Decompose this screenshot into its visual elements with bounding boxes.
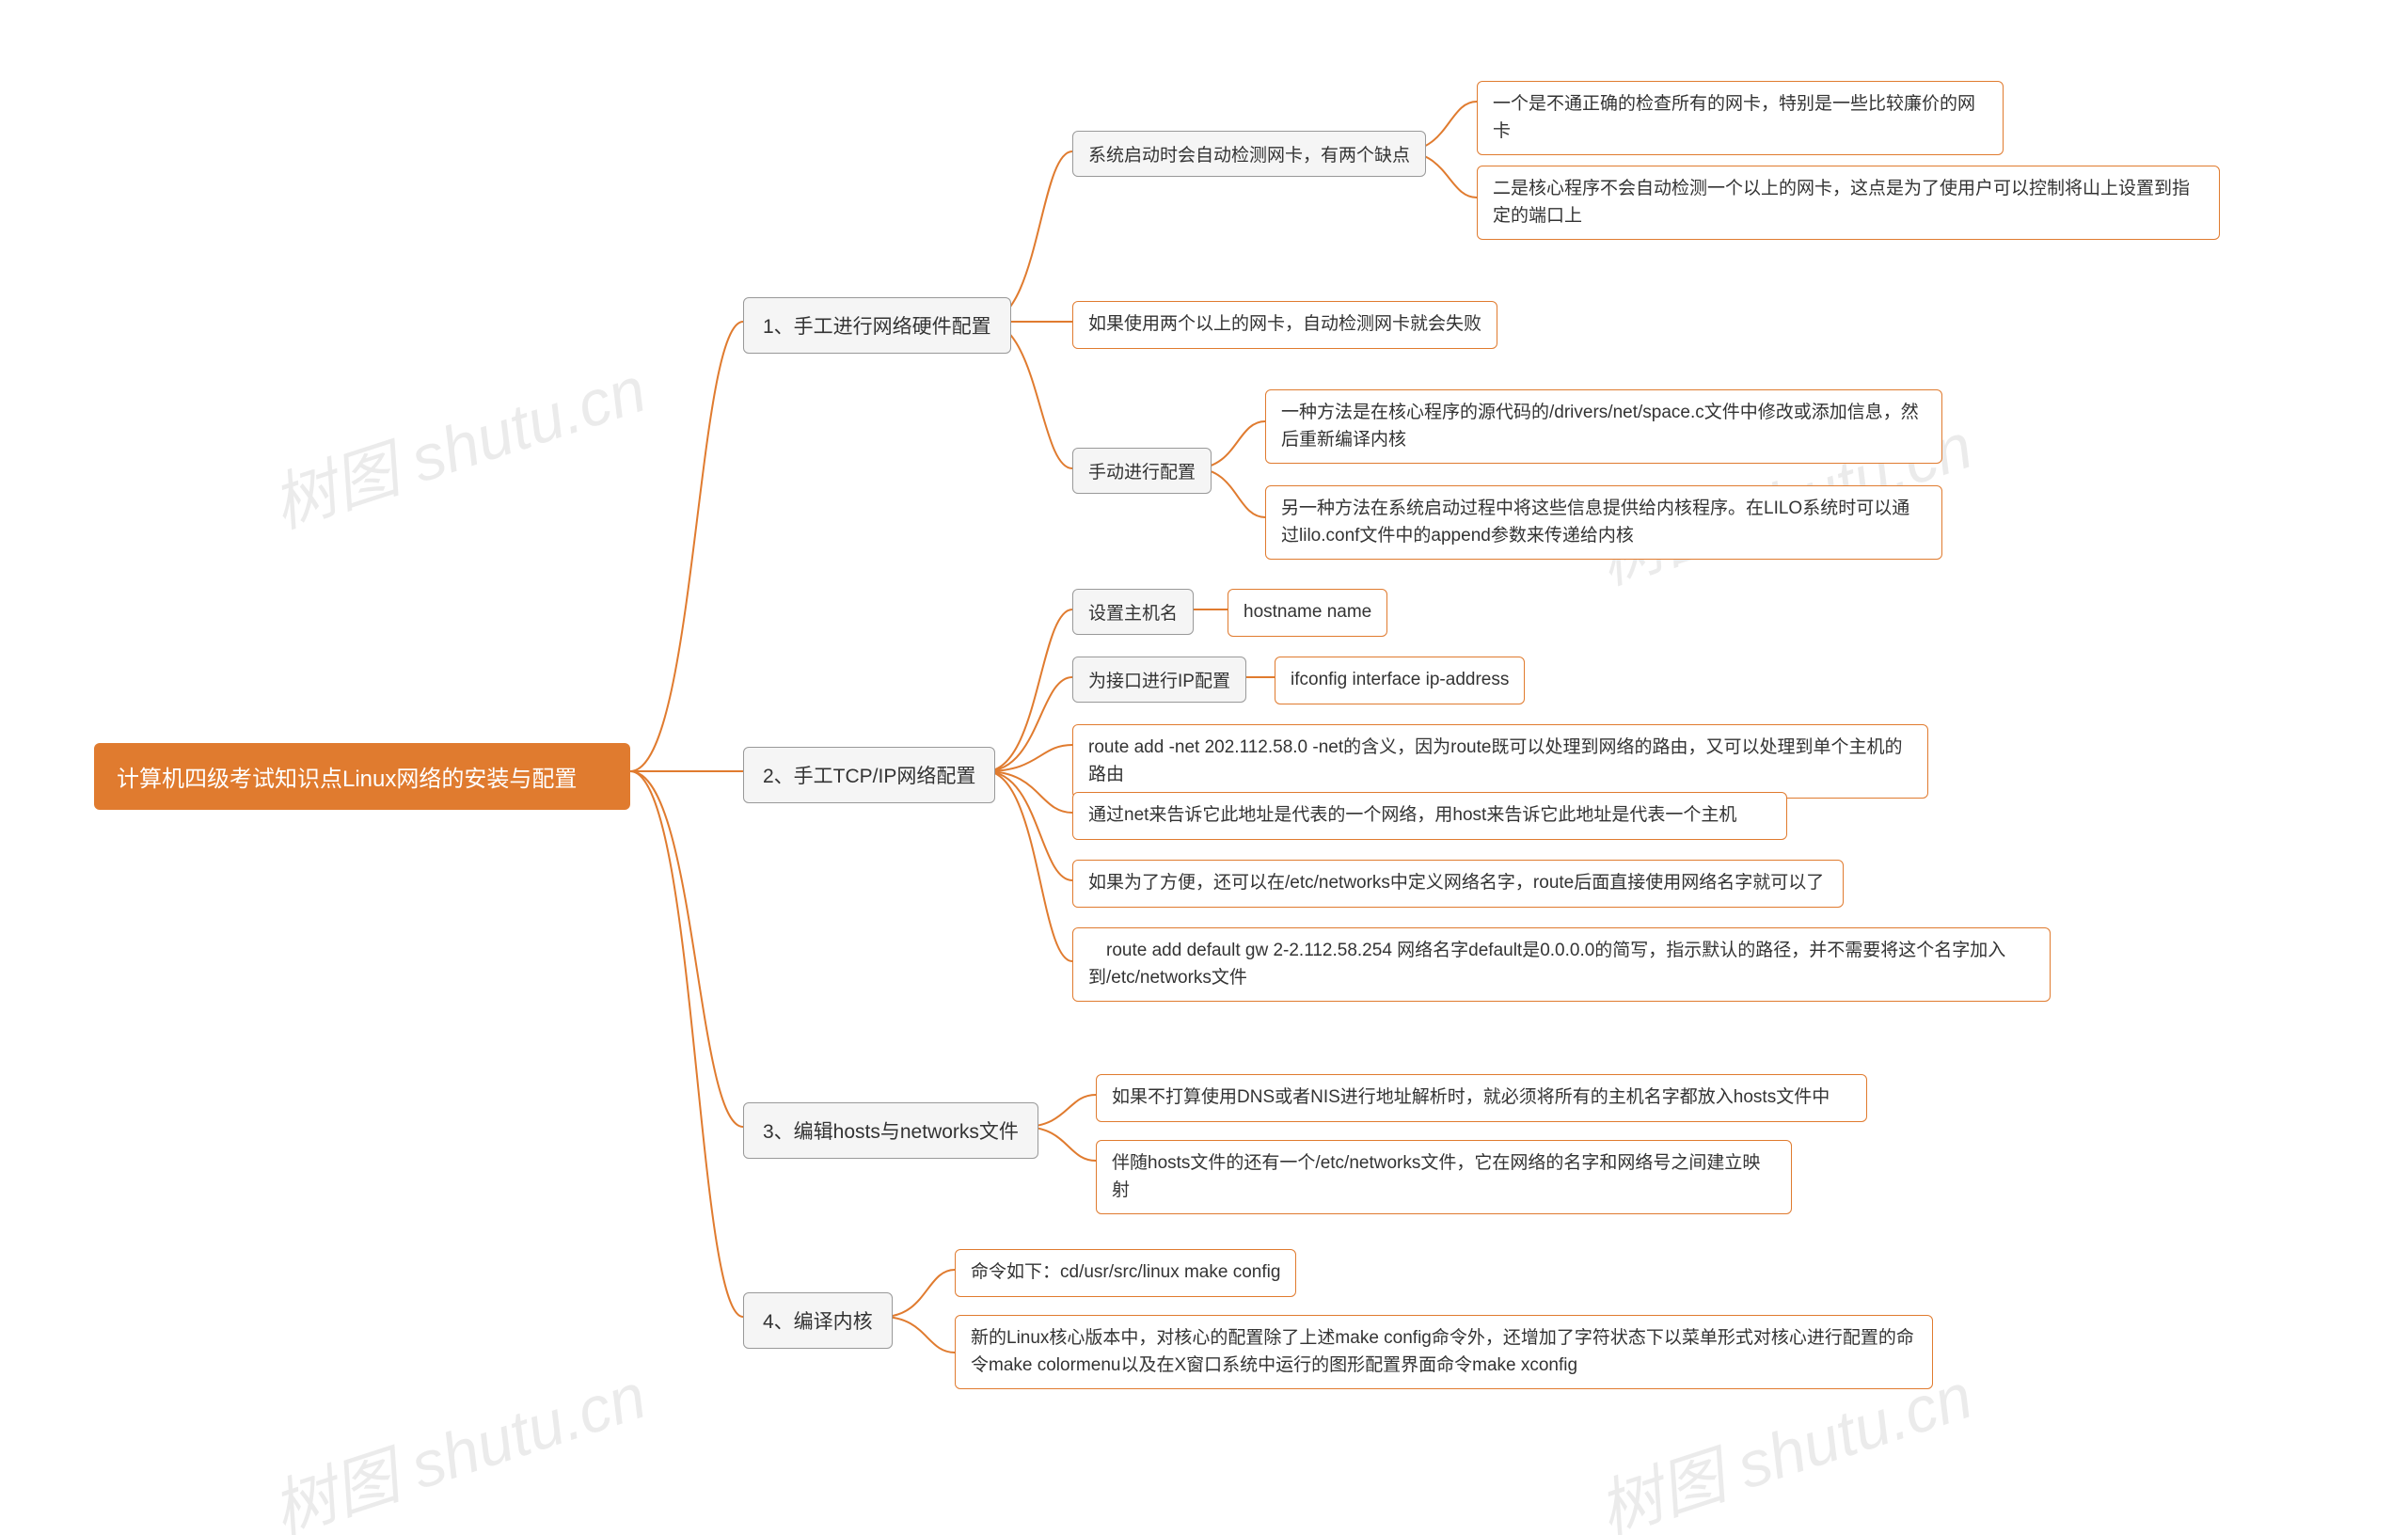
section-2[interactable]: 2、手工TCP/IP网络配置 xyxy=(743,747,995,803)
leaf-s1a2[interactable]: 二是核心程序不会自动检测一个以上的网卡，这点是为了使用户可以控制将山上设置到指定… xyxy=(1477,166,2220,240)
leaf-route-net[interactable]: route add -net 202.112.58.0 -net的含义，因为ro… xyxy=(1072,724,1928,799)
leaf-hosts[interactable]: 如果不打算使用DNS或者NIS进行地址解析时，就必须将所有的主机名字都放入hos… xyxy=(1096,1074,1867,1122)
section-4[interactable]: 4、编译内核 xyxy=(743,1292,893,1349)
watermark: 树图 shutu.cn xyxy=(259,338,656,546)
section-3[interactable]: 3、编辑hosts与networks文件 xyxy=(743,1102,1038,1159)
leaf-net-host[interactable]: 通过net来告诉它此地址是代表的一个网络，用host来告诉它此地址是代表一个主机 xyxy=(1072,792,1787,840)
root-node[interactable]: 计算机四级考试知识点Linux网络的安装与配置 xyxy=(94,743,630,810)
leaf-s1b[interactable]: 如果使用两个以上的网卡，自动检测网卡就会失败 xyxy=(1072,301,1497,349)
watermark: 树图 shutu.cn xyxy=(259,1344,656,1535)
leaf-s1a1[interactable]: 一个是不通正确的检查所有的网卡，特别是一些比较廉价的网卡 xyxy=(1477,81,2004,155)
s2-hostname[interactable]: 设置主机名 xyxy=(1072,589,1194,635)
leaf-hostname[interactable]: hostname name xyxy=(1228,589,1387,637)
leaf-make-config[interactable]: 命令如下：cd/usr/src/linux make config xyxy=(955,1249,1296,1297)
leaf-networks-file[interactable]: 伴随hosts文件的还有一个/etc/networks文件，它在网络的名字和网络… xyxy=(1096,1140,1792,1214)
leaf-s1c1[interactable]: 一种方法是在核心程序的源代码的/drivers/net/space.c文件中修改… xyxy=(1265,389,1942,464)
s1-sub-detect[interactable]: 系统启动时会自动检测网卡，有两个缺点 xyxy=(1072,131,1426,177)
section-1[interactable]: 1、手工进行网络硬件配置 xyxy=(743,297,1011,354)
leaf-route-default[interactable]: route add default gw 2-2.112.58.254 网络名字… xyxy=(1072,927,2051,1002)
leaf-s1c2[interactable]: 另一种方法在系统启动过程中将这些信息提供给内核程序。在LILO系统时可以通过li… xyxy=(1265,485,1942,560)
s2-ifconfig[interactable]: 为接口进行IP配置 xyxy=(1072,657,1246,703)
leaf-etc-networks[interactable]: 如果为了方便，还可以在/etc/networks中定义网络名字，route后面直… xyxy=(1072,860,1844,908)
leaf-make-colormenu[interactable]: 新的Linux核心版本中，对核心的配置除了上述make config命令外，还增… xyxy=(955,1315,1933,1389)
leaf-ifconfig[interactable]: ifconfig interface ip-address xyxy=(1275,657,1525,704)
s1-sub-manual[interactable]: 手动进行配置 xyxy=(1072,448,1212,494)
